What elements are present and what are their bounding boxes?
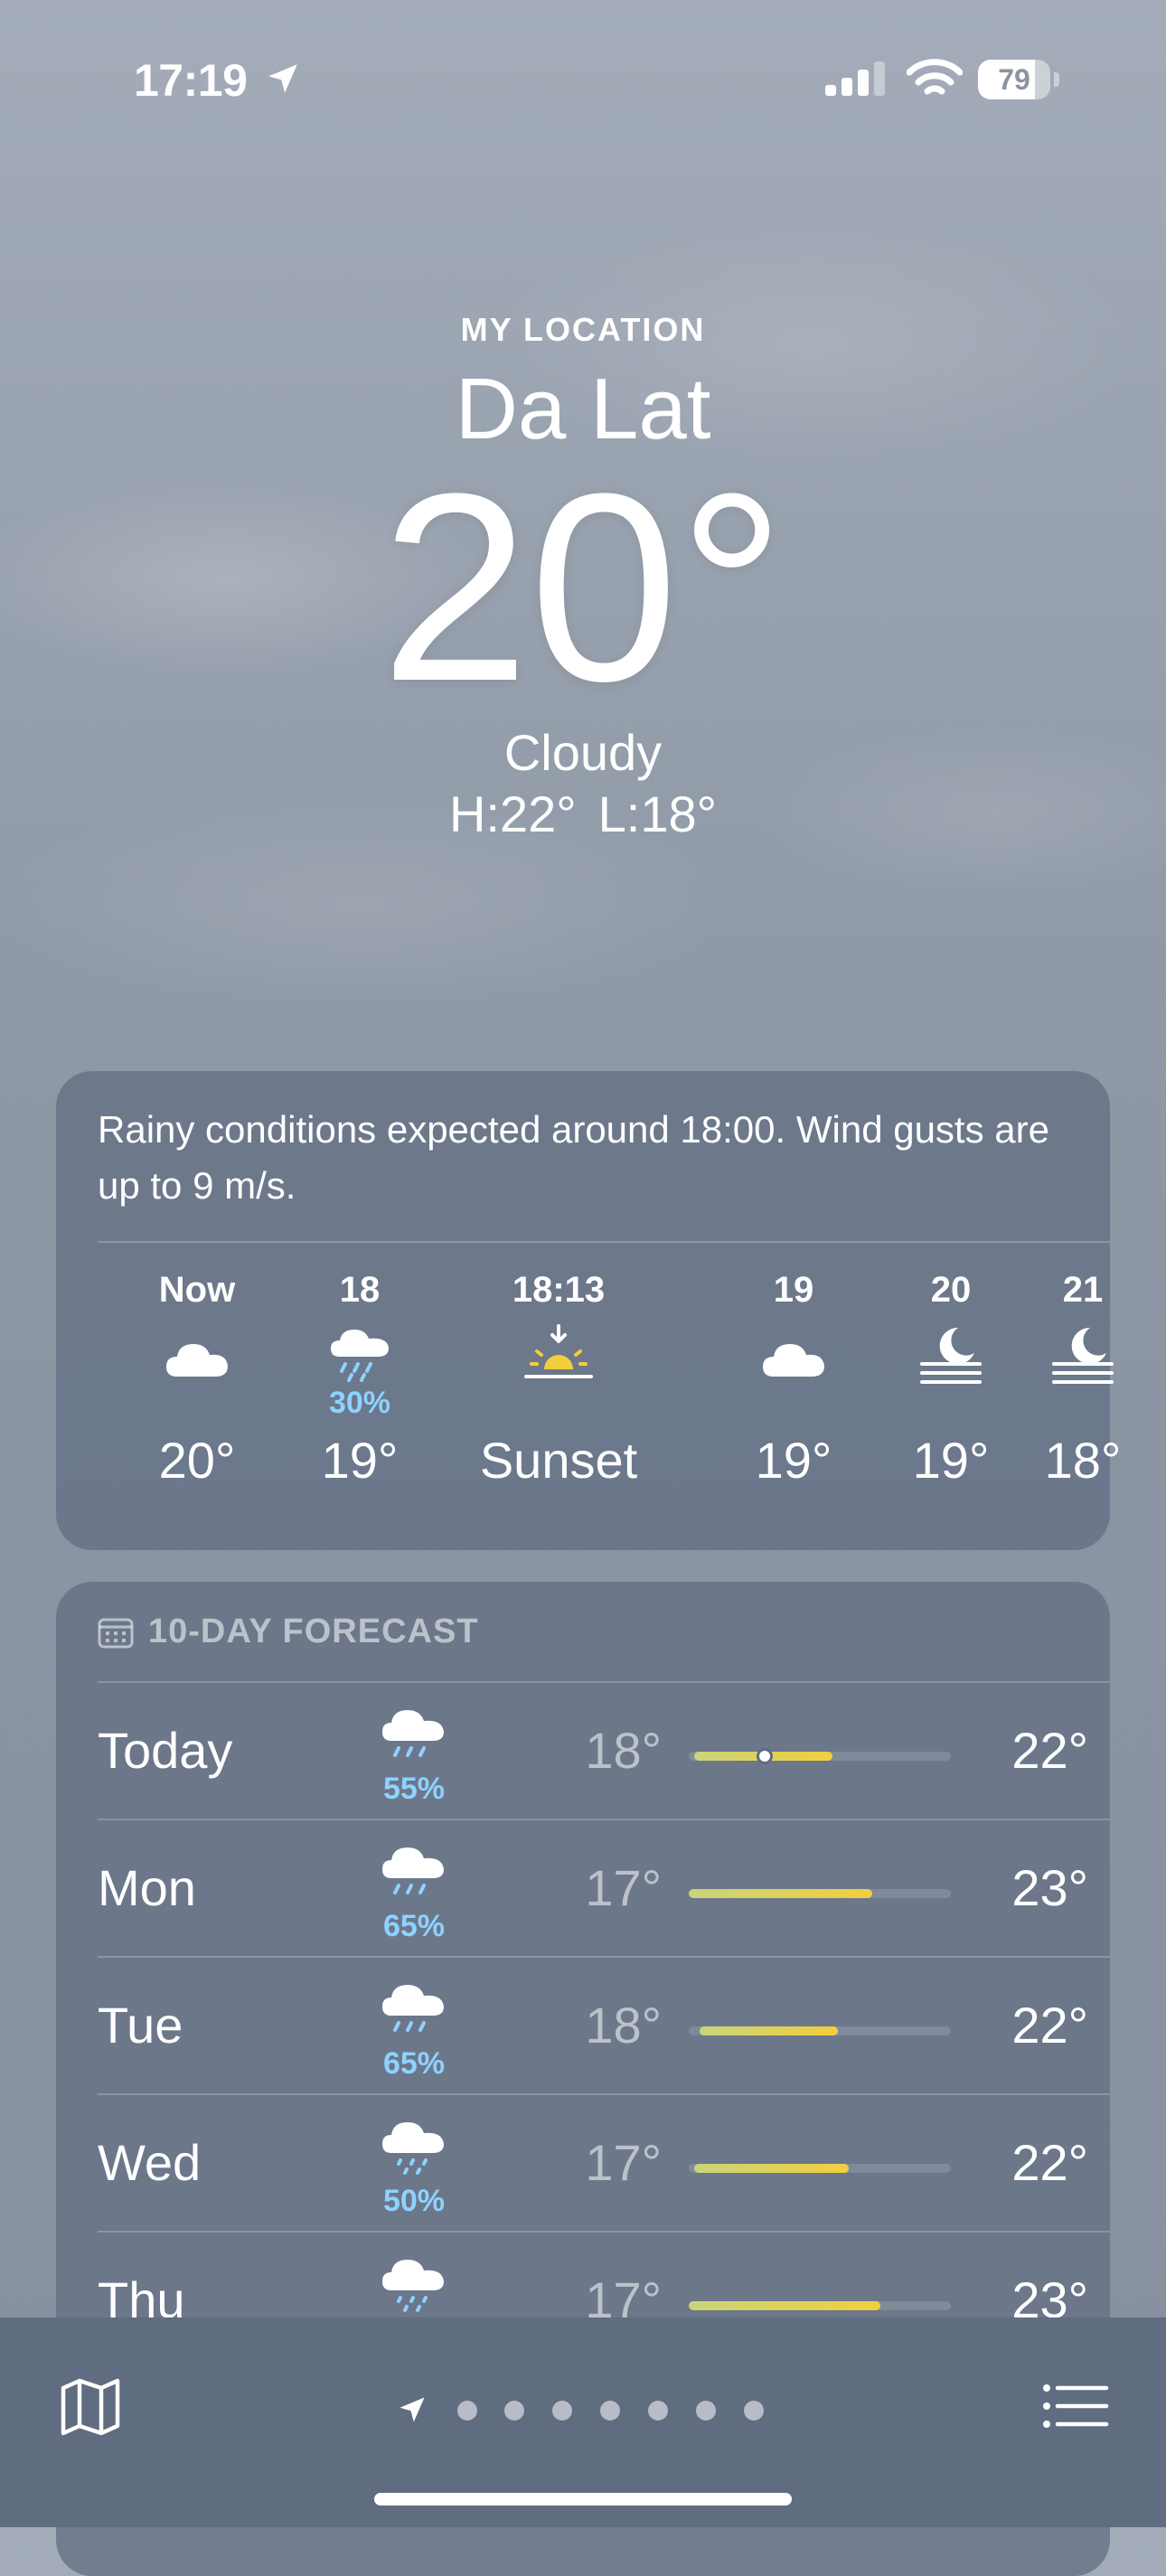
cloud-rain-icon <box>331 1330 389 1382</box>
day-precip: 55% <box>382 1772 446 1806</box>
day-name: Mon <box>98 1859 196 1916</box>
temp-range-bar <box>689 1748 951 1764</box>
day-low: 17° <box>585 1859 662 1916</box>
page-dot[interactable] <box>696 2401 716 2421</box>
temp-range-bar <box>689 2164 951 2173</box>
cloud-rain-icon <box>382 1710 444 1757</box>
cloud-rain-icon <box>382 1847 444 1894</box>
sunset-icon <box>524 1324 593 1378</box>
day-name: Tue <box>98 1997 183 2054</box>
high-low-temps: H:22° L:18° <box>0 785 1166 843</box>
cellular-signal-icon <box>825 61 885 96</box>
moon-fog-icon <box>920 1327 982 1384</box>
page-dot[interactable] <box>648 2401 668 2421</box>
home-indicator[interactable] <box>374 2493 792 2505</box>
current-temperature: 20° <box>381 437 785 737</box>
day-low: 17° <box>585 2134 662 2191</box>
day-high: 23° <box>1011 1859 1088 1916</box>
hour-temp: 18° <box>1044 1432 1122 1489</box>
temp-range-fill <box>689 2301 880 2310</box>
hour-temp: Sunset <box>479 1432 638 1489</box>
current-temp-dot <box>757 1748 774 1764</box>
high-temp: H:22° <box>448 785 577 842</box>
cloud-icon <box>166 1344 228 1377</box>
temp-range-bar <box>689 2301 951 2310</box>
calendar-icon <box>98 1618 134 1649</box>
moon-fog-icon <box>1052 1327 1114 1384</box>
cloud-drizzle-icon <box>382 2122 444 2175</box>
hour-temp: 19° <box>755 1432 832 1489</box>
page-dot[interactable] <box>457 2401 477 2421</box>
wifi-icon <box>907 59 963 95</box>
map-icon[interactable] <box>58 2374 123 2439</box>
status-bar: 17:19 79 <box>0 51 1166 106</box>
divider <box>98 1241 1110 1243</box>
day-high: 22° <box>1011 1722 1088 1779</box>
low-temp: L:18° <box>597 785 718 842</box>
forecast-row[interactable]: Tue 65% 18° 22° <box>56 1958 1110 2093</box>
temp-range-fill <box>689 1889 872 1898</box>
day-low: 18° <box>585 1722 662 1779</box>
my-location-label: MY LOCATION <box>460 311 706 348</box>
cloud-icon <box>763 1344 824 1377</box>
weather-summary: Rainy conditions expected around 18:00. … <box>98 1108 1049 1207</box>
forecast-row[interactable]: Wed 50% 17° 22° <box>56 2095 1110 2231</box>
temp-range-bar <box>689 1889 951 1898</box>
temp-range-bar <box>689 2026 951 2035</box>
day-precip: 50% <box>382 2184 446 2218</box>
forecast-row[interactable]: Mon 65% 17° 23° <box>56 1820 1110 1956</box>
hour-label: 21 <box>1062 1270 1104 1310</box>
hourly-forecast-card[interactable]: Rainy conditions expected around 18:00. … <box>56 1071 1121 1550</box>
page-dot[interactable] <box>552 2401 572 2421</box>
current-condition: Cloudy <box>503 724 663 781</box>
day-high: 22° <box>1011 2134 1088 2191</box>
battery-percent: 79 <box>998 63 1030 96</box>
hour-label: Now <box>158 1270 236 1310</box>
battery-indicator: 79 <box>978 60 1059 99</box>
day-high: 22° <box>1011 1997 1088 2054</box>
page-dot[interactable] <box>504 2401 524 2421</box>
hour-precip: 30% <box>328 1386 391 1420</box>
cloud-drizzle-icon <box>382 2260 444 2312</box>
forecast-row[interactable]: Today 55% 18° 22° <box>56 1683 1110 1819</box>
list-icon[interactable] <box>1041 2374 1110 2439</box>
hour-temp: 20° <box>158 1432 236 1489</box>
status-time: 17:19 <box>134 55 248 106</box>
temp-range-fill <box>693 2164 849 2173</box>
day-low: 18° <box>585 1997 662 2054</box>
day-name: Wed <box>98 2134 202 2191</box>
current-location-arrow-icon <box>400 2397 425 2422</box>
page-dot[interactable] <box>744 2401 764 2421</box>
hour-label: 18:13 <box>512 1270 606 1310</box>
cloud-rain-icon <box>382 1985 444 2032</box>
bottom-toolbar <box>0 2317 1166 2527</box>
day-name: Today <box>98 1722 233 1779</box>
location-arrow-icon <box>268 64 297 93</box>
day-precip: 65% <box>382 1909 446 1943</box>
forecast-title: 10-DAY FORECAST <box>148 1612 479 1650</box>
temp-range-fill <box>699 2026 839 2035</box>
hour-label: 19 <box>773 1270 814 1310</box>
day-precip: 65% <box>382 2046 446 2081</box>
page-dot[interactable] <box>600 2401 620 2421</box>
